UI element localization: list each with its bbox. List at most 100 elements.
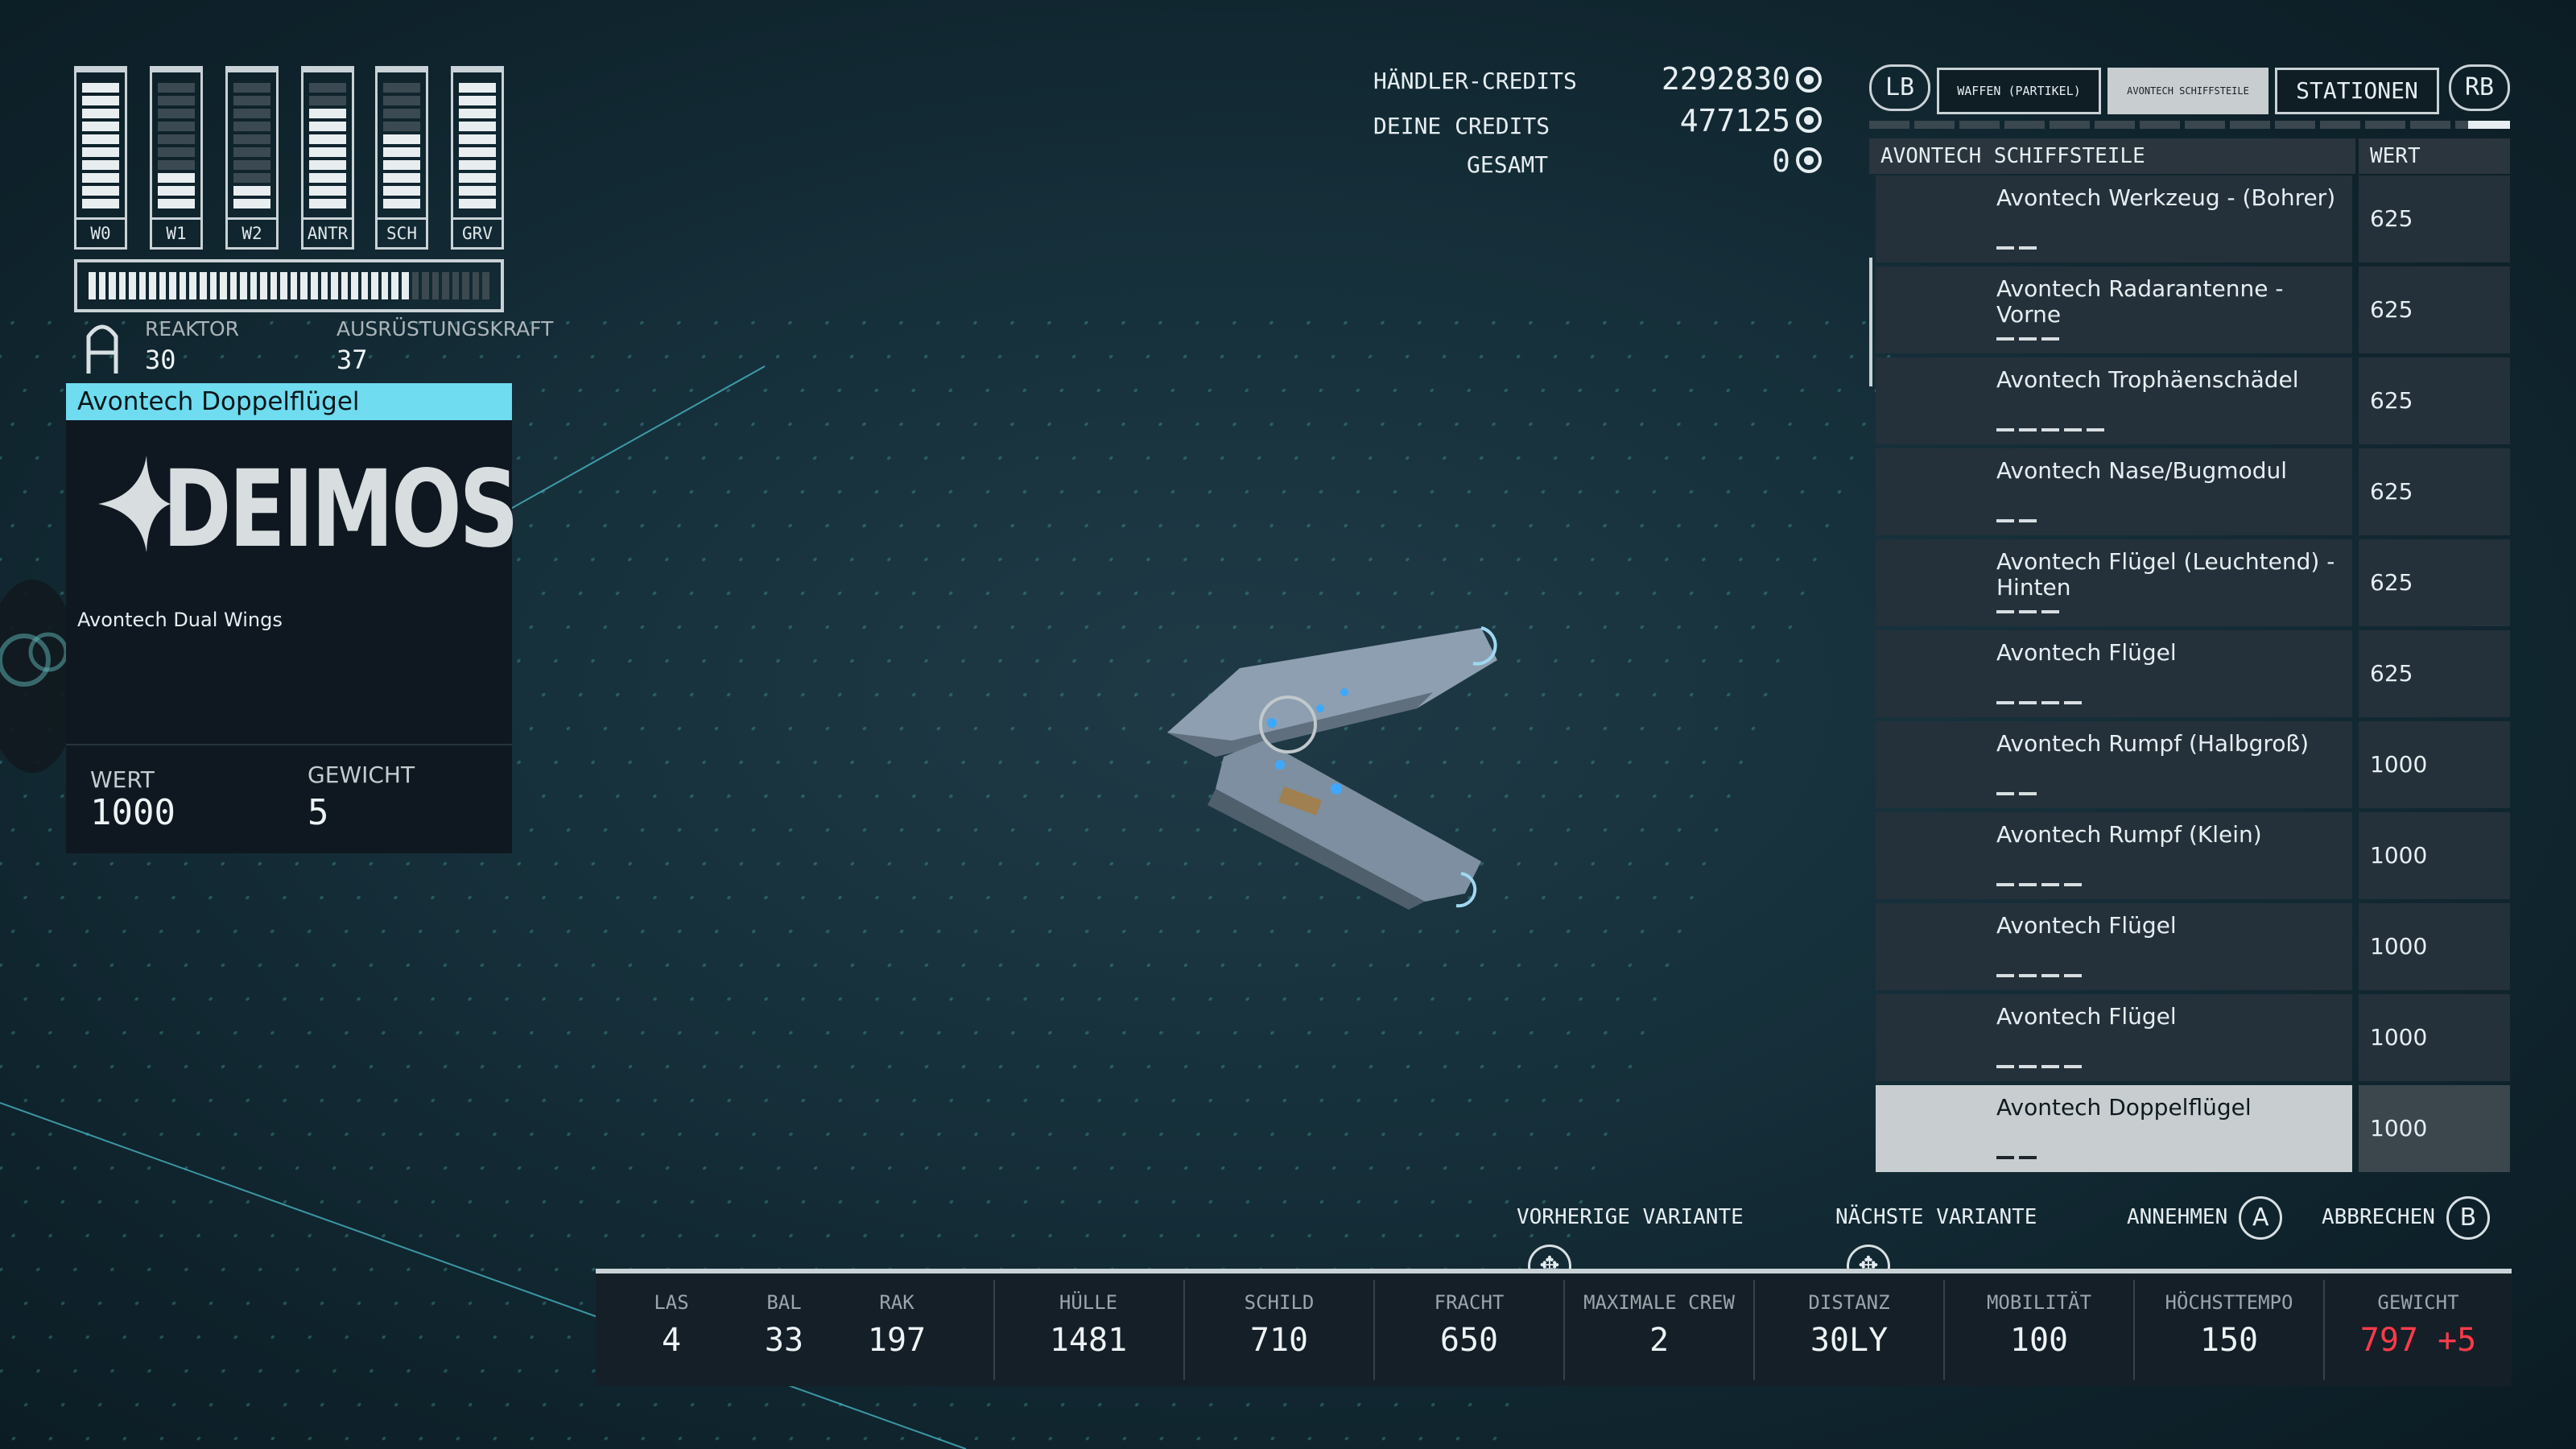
list-item-rank bbox=[1996, 610, 2064, 613]
credits-icon bbox=[1796, 147, 1822, 173]
prev-variant-label: VORHERIGE VARIANTE bbox=[1517, 1205, 1744, 1229]
list-item[interactable]: Avontech Rumpf (Halbgroß) 1000 bbox=[1869, 721, 2510, 808]
reactor-tick bbox=[341, 272, 349, 299]
power-column-w0[interactable]: W0 bbox=[74, 66, 127, 250]
list-item-rank bbox=[1996, 337, 2064, 341]
list-item-value: 1000 bbox=[2359, 721, 2510, 808]
list-item-value: 625 bbox=[2359, 539, 2510, 626]
power-segment bbox=[233, 186, 270, 196]
power-segment bbox=[383, 147, 420, 157]
reactor-tick bbox=[98, 272, 106, 299]
power-column-label: W0 bbox=[76, 217, 125, 247]
list-item[interactable]: Avontech Radarantenne - Vorne 625 bbox=[1869, 266, 2510, 353]
power-segment bbox=[233, 199, 270, 208]
power-segment bbox=[82, 199, 119, 208]
ship-wing-model[interactable] bbox=[1143, 596, 1513, 934]
power-column-antr[interactable]: ANTR bbox=[301, 66, 354, 250]
list-item-name-cell: Avontech Trophäenschädel bbox=[1876, 357, 2352, 444]
reactor-tick bbox=[89, 272, 96, 299]
credits-icon bbox=[1796, 107, 1822, 133]
list-item-rank bbox=[1996, 246, 2041, 250]
list-item[interactable]: Avontech Doppelflügel 1000 bbox=[1869, 1085, 2510, 1172]
power-segment bbox=[233, 160, 270, 170]
reactor-tick bbox=[462, 272, 469, 299]
power-segment bbox=[158, 83, 195, 93]
vendor-credits-label: HÄNDLER-CREDITS bbox=[1373, 68, 1577, 94]
list-item-name-cell: Avontech Rumpf (Halbgroß) bbox=[1876, 721, 2352, 808]
power-column-w2[interactable]: W2 bbox=[225, 66, 279, 250]
reactor-tick bbox=[320, 272, 328, 299]
power-segment bbox=[383, 134, 420, 144]
prev-variant-button[interactable]: VORHERIGE VARIANTE✥ bbox=[1517, 1193, 1774, 1288]
list-item[interactable]: Avontech Flügel (Leuchtend) - Hinten 625 bbox=[1869, 539, 2510, 626]
ship-stats-bar: LAS 4 BAL 33 RAK 197 HÜLLE 1481 SCHILD 710 FR… bbox=[596, 1269, 2512, 1386]
list-item-name-cell: Avontech Flügel bbox=[1876, 630, 2352, 717]
power-segment bbox=[309, 199, 346, 208]
accept-label: ANNEHMEN bbox=[2127, 1205, 2228, 1229]
power-column-w1[interactable]: W1 bbox=[150, 66, 203, 250]
list-header-value[interactable]: WERT bbox=[2359, 138, 2510, 174]
power-segment bbox=[233, 83, 270, 93]
power-segment bbox=[82, 96, 119, 105]
power-segment bbox=[383, 160, 420, 170]
power-segment bbox=[459, 122, 496, 131]
a-key-icon: A bbox=[2239, 1195, 2283, 1240]
list-item[interactable]: Avontech Flügel 1000 bbox=[1869, 994, 2510, 1081]
power-segment bbox=[459, 134, 496, 144]
power-segment bbox=[383, 122, 420, 131]
reactor-tick bbox=[118, 272, 126, 299]
next-variant-button[interactable]: NÄCHSTE VARIANTE✥ bbox=[1835, 1193, 2077, 1288]
item-value: 1000 bbox=[90, 792, 175, 833]
list-item[interactable]: Avontech Rumpf (Klein) 1000 bbox=[1869, 812, 2510, 899]
equip-power-value: 37 bbox=[336, 345, 368, 375]
power-column-sch[interactable]: SCH bbox=[375, 66, 428, 250]
list-item[interactable]: Avontech Trophäenschädel 625 bbox=[1869, 357, 2510, 444]
power-segment bbox=[459, 147, 496, 157]
list-item[interactable]: Avontech Flügel 1000 bbox=[1869, 903, 2510, 990]
list-item-name-cell: Avontech Doppelflügel bbox=[1876, 1085, 2352, 1172]
reactor-tick bbox=[109, 272, 116, 299]
stat-topspeed: HÖCHSTTEMPO 150 bbox=[2165, 1291, 2293, 1359]
power-segment bbox=[383, 109, 420, 118]
list-item-name: Avontech Werkzeug - (Bohrer) bbox=[1996, 184, 2336, 211]
reactor-tick bbox=[260, 272, 267, 299]
tab-stations[interactable]: STATIONEN bbox=[2275, 68, 2439, 114]
rb-button[interactable]: RB bbox=[2449, 64, 2510, 111]
item-title: Avontech Doppelflügel bbox=[66, 383, 512, 420]
lb-button[interactable]: LB bbox=[1869, 64, 1930, 111]
list-item[interactable]: Avontech Nase/Bugmodul 625 bbox=[1869, 448, 2510, 535]
list-item[interactable]: Avontech Werkzeug - (Bohrer) 625 bbox=[1869, 175, 2510, 262]
deimos-star-icon bbox=[98, 456, 171, 552]
credits-icon bbox=[1796, 67, 1822, 93]
list-item-rank bbox=[1996, 974, 2087, 977]
power-segment bbox=[383, 83, 420, 93]
power-segment bbox=[158, 122, 195, 131]
power-segment bbox=[158, 147, 195, 157]
stat-bal: BAL 33 bbox=[764, 1291, 804, 1359]
power-column-grv[interactable]: GRV bbox=[451, 66, 504, 250]
power-segment bbox=[82, 134, 119, 144]
list-item-value: 625 bbox=[2359, 357, 2510, 444]
accept-button[interactable]: ANNEHMEN A bbox=[2127, 1193, 2304, 1241]
power-segment bbox=[158, 160, 195, 170]
tab-avontech[interactable]: AVONTECH SCHIFFSTEILE bbox=[2107, 68, 2268, 114]
power-segment bbox=[158, 173, 195, 183]
list-header-name[interactable]: AVONTECH SCHIFFSTEILE bbox=[1869, 138, 2355, 174]
tab-weapons[interactable]: WAFFEN (PARTIKEL) bbox=[1937, 68, 2101, 114]
list-item-name-cell: Avontech Flügel (Leuchtend) - Hinten bbox=[1876, 539, 2352, 626]
cancel-button[interactable]: ABBRECHEN B bbox=[2322, 1193, 2515, 1241]
list-item-name: Avontech Trophäenschädel bbox=[1996, 366, 2299, 393]
list-item-value: 1000 bbox=[2359, 903, 2510, 990]
power-segment bbox=[309, 186, 346, 196]
item-value-label: WERT bbox=[90, 766, 155, 793]
power-column-label: W1 bbox=[152, 217, 200, 247]
reactor-tick bbox=[351, 272, 358, 299]
reactor-tick bbox=[220, 272, 227, 299]
reactor-tick bbox=[200, 272, 207, 299]
list-item[interactable]: Avontech Flügel 625 bbox=[1869, 630, 2510, 717]
total-value: 0 bbox=[1772, 143, 1790, 179]
vendor-credits-value: 2292830 bbox=[1661, 61, 1790, 97]
list-item-value: 1000 bbox=[2359, 812, 2510, 899]
list-item-name: Avontech Flügel bbox=[1996, 639, 2177, 666]
power-segment bbox=[309, 96, 346, 105]
